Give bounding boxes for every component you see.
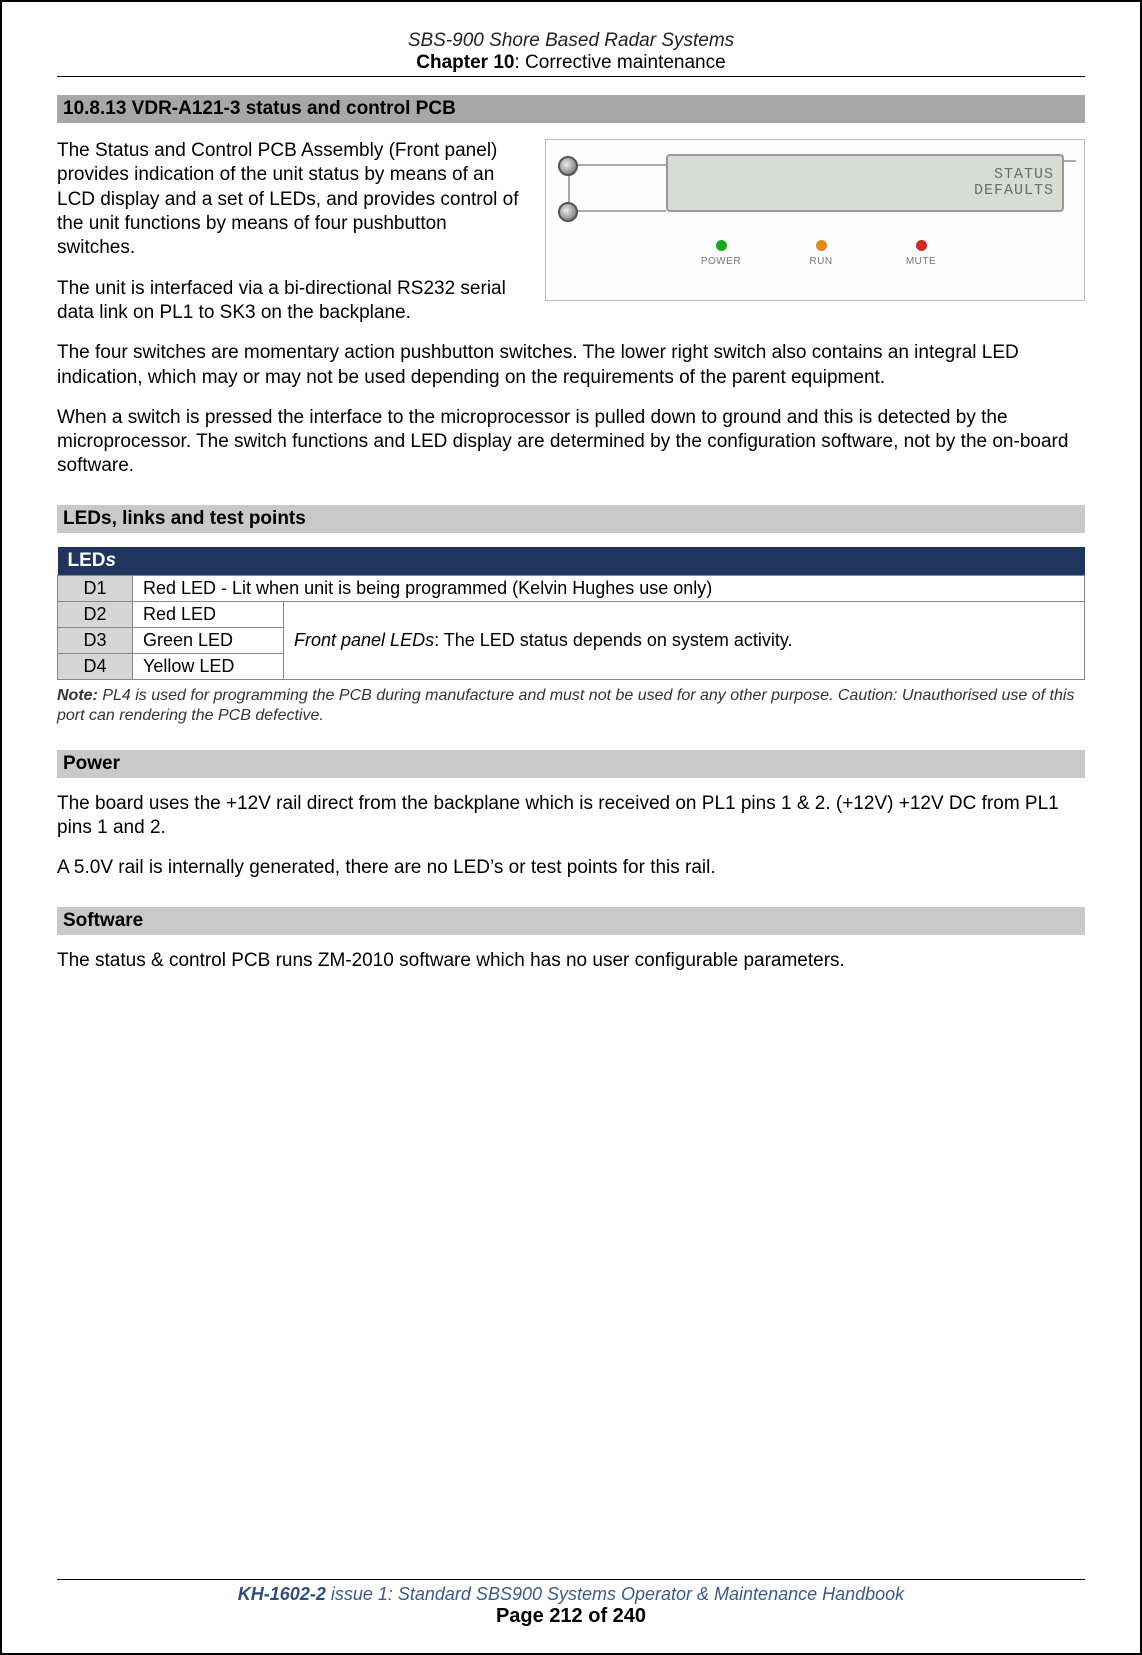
led-id: D4 [58,653,133,679]
led-desc: Green LED [133,627,284,653]
lcd-line1: STATUS [994,167,1054,184]
subsection-heading-leds: LEDs, links and test points [57,505,1085,533]
paragraph: A 5.0V rail is internally generated, the… [57,856,1085,880]
merged-note-prefix: Front panel LEDs [294,630,434,650]
note-text: Note: PL4 is used for programming the PC… [57,686,1085,726]
led-label: MUTE [906,256,936,267]
pcb-figure: STATUS DEFAULTS POWER RUN MUTE [545,139,1085,301]
note-body: PL4 is used for programming the PCB duri… [57,687,1074,724]
footer-page-number: Page 212 of 240 [57,1605,1085,1628]
led-label: RUN [809,256,832,267]
led-desc: Red LED [133,601,284,627]
footer-doc-line: KH-1602-2 issue 1: Standard SBS900 Syste… [57,1584,1085,1605]
page: SBS-900 Shore Based Radar Systems Chapte… [0,0,1142,1655]
lcd-line2: DEFAULTS [974,183,1054,200]
subsection-heading-software: Software [57,907,1085,935]
table-row: D2 Red LED Front panel LEDs: The LED sta… [58,601,1085,627]
led-icon [716,240,727,251]
table-header-prefix: LED [68,550,106,571]
paragraph: When a switch is pressed the interface t… [57,406,1085,479]
led-desc: Red LED - Lit when unit is being program… [133,575,1085,601]
figure-line [568,210,666,212]
led-id: D1 [58,575,133,601]
figure-line [1064,160,1076,162]
note-label: Note: [57,687,98,704]
paragraph: The board uses the +12V rail direct from… [57,792,1085,841]
figure-line [568,164,666,166]
subsection-heading-power: Power [57,750,1085,778]
footer-doc-rest: issue 1: Standard SBS900 Systems Operato… [326,1584,904,1604]
led-merged-note: Front panel LEDs: The LED status depends… [284,601,1085,679]
paragraph: The status & control PCB runs ZM-2010 so… [57,949,1085,973]
page-footer: KH-1602-2 issue 1: Standard SBS900 Syste… [57,1579,1085,1628]
paragraph: The unit is interfaced via a bi-directio… [57,277,527,326]
led-desc: Yellow LED [133,653,284,679]
led-id: D3 [58,627,133,653]
section-heading: 10.8.13 VDR-A121-3 status and control PC… [57,95,1085,123]
chapter-title: : Corrective maintenance [514,52,725,73]
led-icon [916,240,927,251]
led-icon [816,240,827,251]
chapter-label: Chapter 10 [416,52,514,73]
led-table: LEDs D1 Red LED - Lit when unit is being… [57,547,1085,680]
intro-row: The Status and Control PCB Assembly (Fro… [57,139,1085,325]
screw-icon [558,202,578,222]
doc-title: SBS-900 Shore Based Radar Systems [57,30,1085,52]
table-row: D1 Red LED - Lit when unit is being prog… [58,575,1085,601]
chapter-line: Chapter 10: Corrective maintenance [57,52,1085,74]
table-header: LEDs [58,547,1085,576]
table-header-suffix: s [106,550,117,571]
paragraph: The four switches are momentary action p… [57,341,1085,390]
intro-text-column: The Status and Control PCB Assembly (Fro… [57,139,527,325]
led-label: POWER [701,256,741,267]
merged-note-rest: : The LED status depends on system activ… [434,630,793,650]
page-header: SBS-900 Shore Based Radar Systems Chapte… [57,30,1085,77]
lcd-display: STATUS DEFAULTS [666,154,1064,212]
led-id: D2 [58,601,133,627]
footer-doc-code: KH-1602-2 [238,1584,326,1604]
table-header-row: LEDs [58,547,1085,576]
screw-icon [558,156,578,176]
paragraph: The Status and Control PCB Assembly (Fro… [57,139,527,261]
